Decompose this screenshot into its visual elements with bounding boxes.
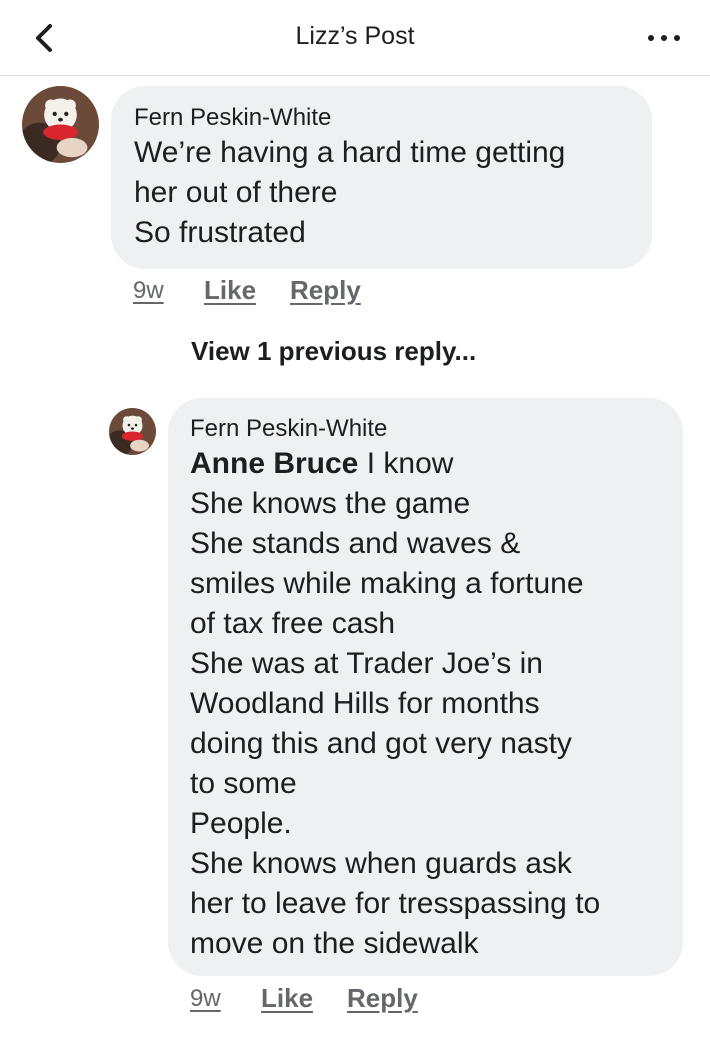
reply-text-line: She stands and waves & bbox=[190, 527, 521, 560]
dog-avatar-icon bbox=[109, 408, 156, 455]
reply-text-fragment: I know bbox=[358, 447, 454, 480]
avatar[interactable] bbox=[109, 408, 156, 455]
reply-text-line: her to leave for tresspassing to bbox=[190, 887, 601, 920]
reply-text-line: doing this and got very nasty bbox=[190, 727, 572, 760]
reply-text-line: She knows when guards ask bbox=[190, 847, 572, 880]
like-button[interactable]: Like bbox=[261, 983, 313, 1014]
reply-text-line: smiles while making a fortune bbox=[190, 567, 584, 600]
comment-actions: 9w Like Reply bbox=[133, 275, 433, 309]
comment-text-line: We’re having a hard time getting bbox=[134, 136, 566, 169]
more-options-button[interactable] bbox=[644, 22, 684, 52]
reply-text-line: move on the sidewalk bbox=[190, 927, 479, 960]
dog-avatar-icon bbox=[22, 86, 99, 163]
view-previous-replies-link[interactable]: View 1 previous reply... bbox=[191, 336, 476, 367]
reply-button[interactable]: Reply bbox=[290, 275, 361, 306]
comment-timestamp: 9w bbox=[133, 277, 164, 304]
reply-author[interactable]: Fern Peskin-White bbox=[190, 414, 683, 444]
comment-text-line: her out of there bbox=[134, 176, 338, 209]
mention-link[interactable]: Anne Bruce bbox=[190, 447, 358, 480]
reply-bubble: Fern Peskin-White Anne Bruce I know She … bbox=[168, 398, 683, 976]
reply-timestamp: 9w bbox=[190, 985, 221, 1012]
reply-text-line: to some bbox=[190, 767, 297, 800]
reply-text-line: Anne Bruce I know bbox=[190, 444, 683, 484]
reply-actions: 9w Like Reply bbox=[190, 983, 490, 1017]
page-title: Lizz’s Post bbox=[295, 22, 415, 50]
more-dots-icon bbox=[648, 35, 654, 41]
avatar[interactable] bbox=[22, 86, 99, 163]
comment-bubble: Fern Peskin-White We’re having a hard ti… bbox=[111, 86, 652, 269]
reply-text-line: People. bbox=[190, 807, 292, 840]
like-button[interactable]: Like bbox=[204, 275, 256, 306]
reply-text-line: She was at Trader Joe’s in bbox=[190, 647, 543, 680]
reply-text-line: She knows the game bbox=[190, 487, 471, 520]
top-bar: Lizz’s Post bbox=[0, 0, 710, 76]
reply-text-line: Woodland Hills for months bbox=[190, 687, 540, 720]
reply-text-line: of tax free cash bbox=[190, 607, 396, 640]
reply-button[interactable]: Reply bbox=[347, 983, 418, 1014]
comment-author[interactable]: Fern Peskin-White bbox=[134, 103, 652, 133]
comment-text-line: So frustrated bbox=[134, 216, 306, 249]
